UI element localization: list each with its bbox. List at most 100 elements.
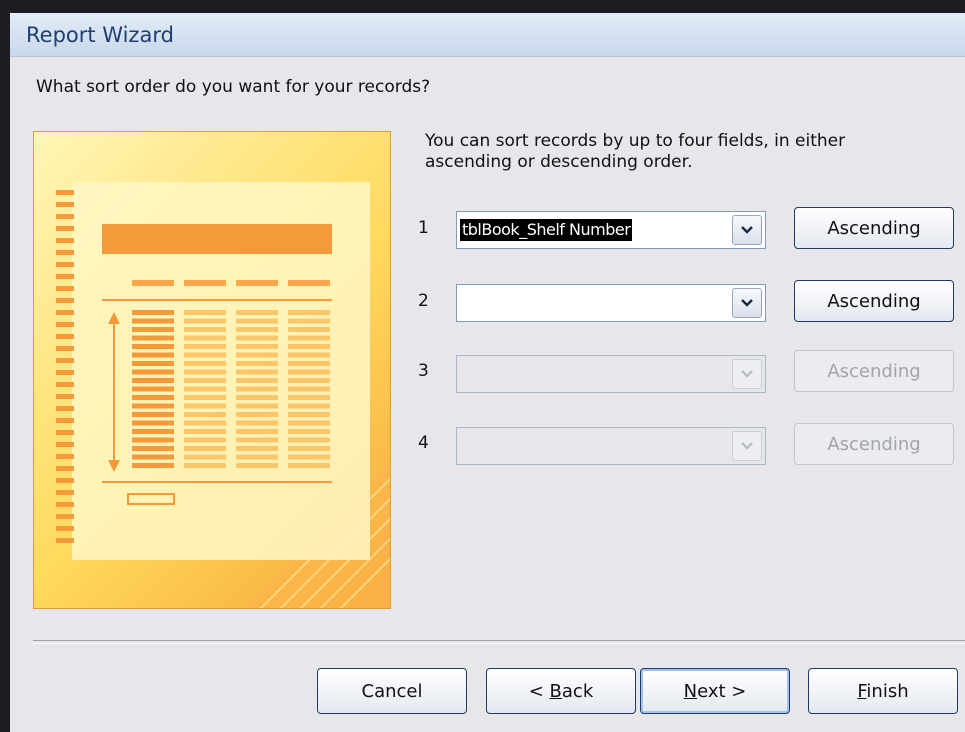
report-row-bar <box>184 412 226 417</box>
cancel-button[interactable]: Cancel <box>317 668 467 714</box>
sort-order-2-button[interactable]: Ascending <box>794 280 954 322</box>
report-row-bar <box>236 318 278 324</box>
report-row-bar <box>184 446 226 451</box>
report-row-bar <box>184 454 226 460</box>
sort-field-3-combo[interactable] <box>456 355 766 393</box>
report-row-bar <box>132 327 174 332</box>
report-row-bar <box>132 403 174 409</box>
report-row-bar <box>132 420 174 426</box>
report-row-bar <box>184 437 226 443</box>
report-row-bar <box>288 463 330 468</box>
report-row-bar <box>132 454 174 460</box>
report-row-bar <box>288 335 330 341</box>
sort-field-4-combo[interactable] <box>456 427 766 465</box>
chevron-down-icon[interactable] <box>732 431 762 461</box>
finish-rest: inish <box>866 681 909 702</box>
report-row-bar <box>132 369 174 375</box>
report-row-bar <box>132 335 174 341</box>
report-row-bar <box>288 361 330 366</box>
report-row-bar <box>132 463 174 468</box>
report-row-bar <box>288 344 330 349</box>
report-row-bar <box>236 386 278 392</box>
report-row-bar <box>184 420 226 426</box>
back-mnemonic: B <box>549 681 562 702</box>
report-row-bar <box>236 335 278 341</box>
report-row-bar <box>184 395 226 400</box>
report-row-bar <box>132 318 174 324</box>
report-row-bar <box>236 446 278 451</box>
report-row-bar <box>184 403 226 409</box>
report-row-bar <box>236 352 278 358</box>
sort-description: You can sort records by up to four field… <box>425 131 846 172</box>
report-row-bar <box>288 378 330 383</box>
report-illustration <box>33 131 391 609</box>
sort-order-1-button[interactable]: Ascending <box>794 207 954 249</box>
report-row-bar <box>236 361 278 366</box>
report-row-bar <box>236 403 278 409</box>
report-row-bar <box>288 310 330 315</box>
report-row-bar <box>288 437 330 443</box>
report-row-bar <box>236 463 278 468</box>
report-row-bar <box>236 344 278 349</box>
report-row-bar <box>184 344 226 349</box>
report-row-bar <box>236 429 278 434</box>
chevron-down-icon[interactable] <box>732 215 762 245</box>
report-row-bar <box>184 352 226 358</box>
footer-separator <box>33 640 965 644</box>
report-row-bar <box>132 437 174 443</box>
report-row-bar <box>236 378 278 383</box>
sort-order-4-button[interactable]: Ascending <box>794 423 954 465</box>
report-row-bar <box>288 386 330 392</box>
report-row-bar <box>132 446 174 451</box>
report-row-bar <box>184 335 226 341</box>
report-row-bar <box>184 327 226 332</box>
report-row-bar <box>184 369 226 375</box>
report-row-bar <box>288 369 330 375</box>
report-row-bar <box>132 429 174 434</box>
sort-field-1-combo[interactable]: tblBook_Shelf Number <box>456 211 766 249</box>
next-mnemonic: N <box>683 681 698 702</box>
report-row-bar <box>132 344 174 349</box>
report-row-bar <box>132 378 174 383</box>
report-row-bar <box>236 412 278 417</box>
report-illustration-image <box>56 182 390 608</box>
report-wizard-window: Report Wizard What sort order do you wan… <box>10 13 965 732</box>
sort-question: What sort order do you want for your rec… <box>36 77 431 97</box>
sort-row-1-number: 1 <box>418 218 429 238</box>
report-row-bar <box>288 403 330 409</box>
report-row-bar <box>288 318 330 324</box>
sort-row-3-number: 3 <box>418 361 429 381</box>
report-row-bar <box>184 310 226 315</box>
back-prefix: < <box>528 681 550 702</box>
report-row-bar <box>132 361 174 366</box>
sort-field-1-value: tblBook_Shelf Number <box>460 219 633 241</box>
back-rest: ack <box>561 681 594 702</box>
report-row-bar <box>236 327 278 332</box>
report-row-bar <box>184 361 226 366</box>
title-bar[interactable]: Report Wizard <box>10 13 965 57</box>
report-row-bar <box>184 378 226 383</box>
report-row-bar <box>288 446 330 451</box>
sort-field-2-combo[interactable] <box>456 284 766 322</box>
report-row-bar <box>132 310 174 315</box>
chevron-down-icon[interactable] <box>732 359 762 389</box>
report-row-bar <box>288 352 330 358</box>
sort-row-2-number: 2 <box>418 291 429 311</box>
finish-button[interactable]: Finish <box>808 668 958 714</box>
report-row-bar <box>288 327 330 332</box>
chevron-down-icon[interactable] <box>732 288 762 318</box>
report-row-bar <box>288 454 330 460</box>
sort-order-3-button[interactable]: Ascending <box>794 350 954 392</box>
report-row-bar <box>236 420 278 426</box>
report-row-bar <box>132 386 174 392</box>
report-row-bar <box>184 386 226 392</box>
report-row-bar <box>236 310 278 315</box>
back-button[interactable]: < Back <box>486 668 636 714</box>
report-row-bar <box>288 395 330 400</box>
window-title: Report Wizard <box>26 23 174 47</box>
report-row-bar <box>132 412 174 417</box>
report-row-bar <box>236 369 278 375</box>
report-row-bar <box>132 395 174 400</box>
next-button[interactable]: Next > <box>640 668 790 714</box>
next-rest: ext > <box>697 681 747 702</box>
